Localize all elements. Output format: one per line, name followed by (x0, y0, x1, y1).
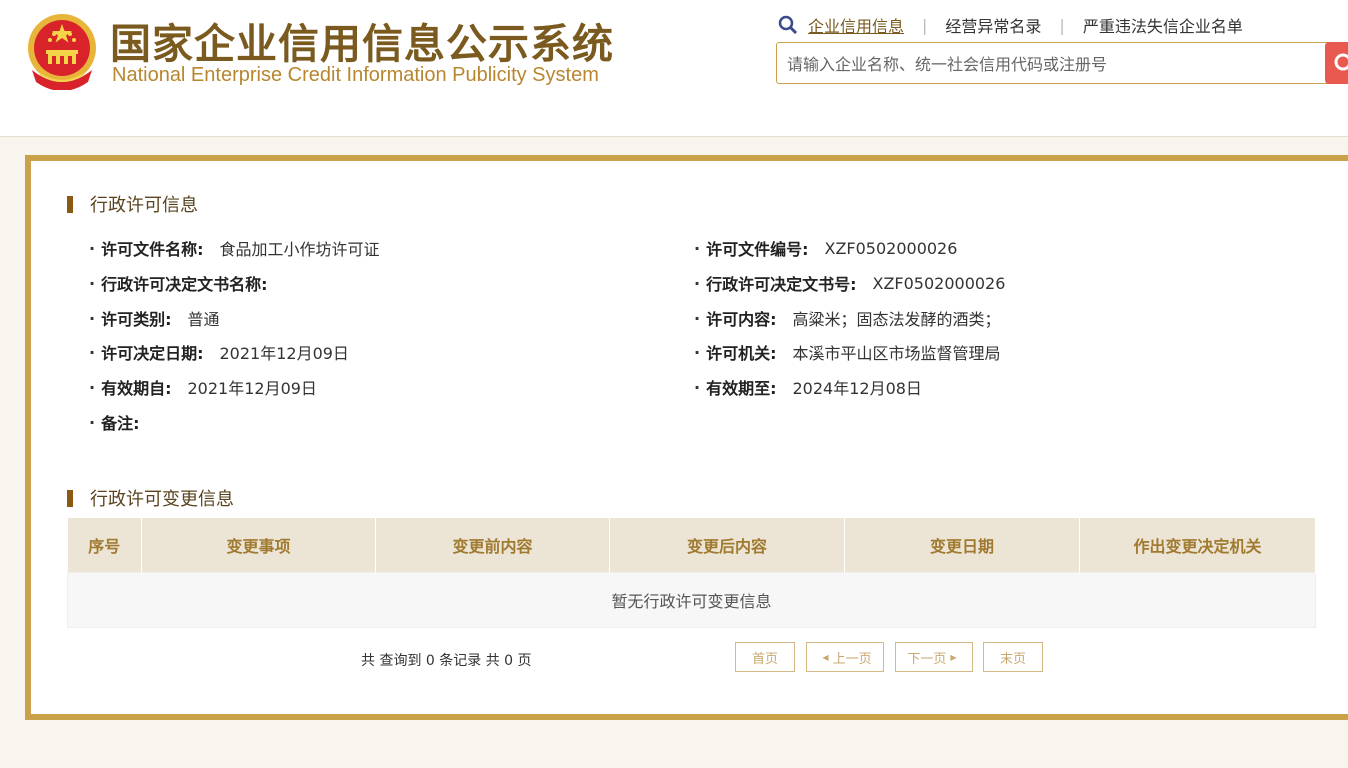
field-label: 备注: (101, 414, 140, 433)
pager-last-button[interactable]: 末页 (983, 642, 1043, 672)
nav-abnormal-list[interactable]: 经营异常名录 (945, 13, 1041, 37)
field-value: 2021年12月09日 (187, 379, 317, 398)
field-value: 食品加工小作坊许可证 (219, 240, 380, 259)
field-label: 许可内容: (706, 310, 777, 329)
field-license-file-number: · 许可文件编号: XZF0502000026 (694, 236, 957, 260)
field-value: 高粱米；固态法发酵的酒类； (792, 310, 1001, 329)
field-decision-doc-name: · 行政许可决定文书名称: (89, 271, 283, 295)
section-marker (67, 195, 73, 213)
search-box (776, 42, 1336, 85)
field-value: XZF0502000026 (824, 238, 958, 258)
section-title-text: 行政许可信息 (90, 195, 198, 216)
field-license-authority: · 许可机关: 本溪市平山区市场监督管理局 (694, 340, 1001, 364)
nav-serious-violation-list[interactable]: 严重违法失信企业名单 (1083, 13, 1243, 37)
search-input[interactable] (785, 43, 1309, 85)
section-marker (67, 489, 73, 507)
national-emblem-icon (28, 14, 96, 90)
field-label: 行政许可决定文书号: (706, 275, 857, 294)
pager-first-label: 首页 (751, 651, 778, 667)
field-decision-doc-number: · 行政许可决定文书号: XZF0502000026 (694, 271, 1005, 295)
caret-left-icon: ◀ (822, 652, 829, 662)
field-label: 有效期至: (706, 379, 777, 398)
field-label: 许可机关: (706, 344, 777, 363)
license-section-title: 行政许可信息 (67, 191, 198, 217)
content-panel: 行政许可信息 · 许可文件名称: 食品加工小作坊许可证 · 行政许可决定文书名称… (25, 155, 1348, 720)
empty-message: 暂无行政许可变更信息 (67, 572, 1316, 628)
table-header-row: 序号 变更事项 变更前内容 变更后内容 变更日期 作出变更决定机关 (67, 518, 1316, 573)
change-table: 序号 变更事项 变更前内容 变更后内容 变更日期 作出变更决定机关 暂无行政许可… (67, 518, 1316, 628)
pager-next-label: 下一页 (907, 651, 947, 667)
search-button[interactable] (1325, 42, 1348, 84)
field-value: 2024年12月08日 (792, 379, 922, 398)
search-icon (778, 15, 798, 35)
site-title-en: National Enterprise Credit Information P… (112, 64, 599, 86)
caret-right-icon: ▶ (950, 652, 957, 662)
field-label: 许可决定日期: (101, 344, 204, 363)
section-title-text: 行政许可变更信息 (90, 489, 234, 510)
col-header-authority: 作出变更决定机关 (1079, 518, 1316, 573)
change-section-title: 行政许可变更信息 (67, 485, 234, 511)
nav-separator: | (922, 15, 928, 35)
nav-enterprise-credit[interactable]: 企业信用信息 (808, 13, 904, 37)
col-header-before: 变更前内容 (375, 518, 610, 573)
field-remarks: · 备注: (89, 410, 155, 434)
field-label: 行政许可决定文书名称: (101, 275, 268, 294)
field-value: XZF0502000026 (872, 273, 1006, 293)
pager-last-label: 末页 (999, 651, 1026, 667)
search-icon (1334, 53, 1348, 71)
field-value: 本溪市平山区市场监督管理局 (792, 344, 1001, 363)
nav-separator: | (1059, 15, 1065, 35)
field-license-content: · 许可内容: 高粱米；固态法发酵的酒类； (694, 306, 1001, 330)
col-header-change-item: 变更事项 (141, 518, 376, 573)
pager-next-button[interactable]: 下一页 ▶ (895, 642, 973, 672)
field-label: 许可类别: (101, 310, 172, 329)
table-row: 暂无行政许可变更信息 (67, 572, 1316, 628)
pager-prev-button[interactable]: ◀ 上一页 (806, 642, 884, 672)
field-value: 普通 (187, 310, 220, 329)
field-decision-date: · 许可决定日期: 2021年12月09日 (89, 340, 349, 364)
pager-info: 共 查询到 0 条记录 共 0 页 (361, 653, 532, 669)
field-license-category: · 许可类别: 普通 (89, 306, 220, 330)
site-header: 国家企业信用信息公示系统 National Enterprise Credit … (0, 0, 1348, 137)
pager-first-button[interactable]: 首页 (735, 642, 795, 672)
pager-prev-label: 上一页 (832, 651, 872, 667)
site-title-cn: 国家企业信用信息公示系统 (110, 20, 614, 68)
field-value: 2021年12月09日 (219, 344, 349, 363)
field-label: 许可文件编号: (706, 240, 809, 259)
top-nav: 企业信用信息 | 经营异常名录 | 严重违法失信企业名单 (778, 14, 1243, 36)
field-valid-to: · 有效期至: 2024年12月08日 (694, 375, 922, 399)
col-header-after: 变更后内容 (609, 518, 845, 573)
field-license-file-name: · 许可文件名称: 食品加工小作坊许可证 (89, 236, 380, 260)
col-header-change-date: 变更日期 (844, 518, 1080, 573)
field-label: 有效期自: (101, 379, 172, 398)
field-label: 许可文件名称: (101, 240, 204, 259)
field-valid-from: · 有效期自: 2021年12月09日 (89, 375, 317, 399)
col-header-index: 序号 (67, 518, 142, 573)
